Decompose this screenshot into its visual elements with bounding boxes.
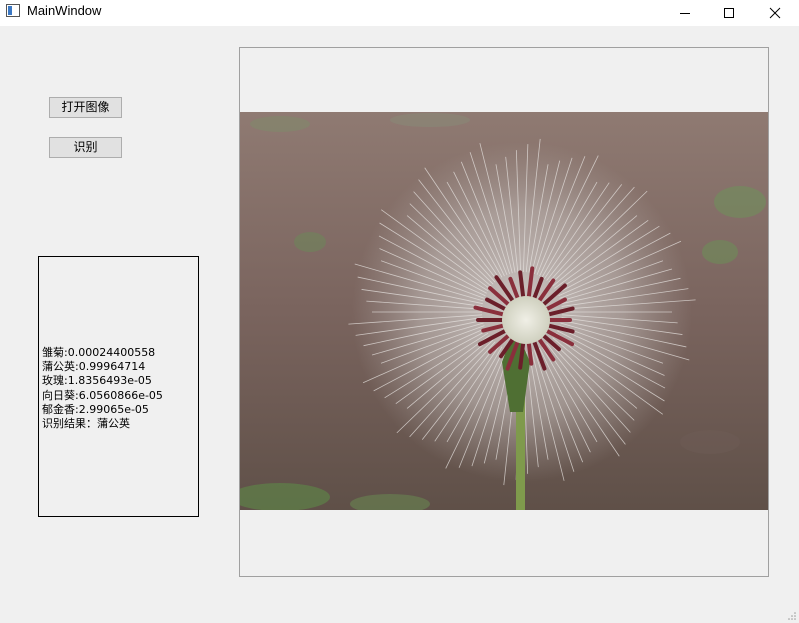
minimize-button[interactable]: [662, 0, 708, 26]
maximize-button[interactable]: [706, 0, 752, 26]
open-image-button[interactable]: 打开图像: [49, 97, 122, 118]
dandelion-photo: [240, 112, 768, 510]
result-line-dandelion: 蒲公英:0.99964714: [42, 360, 146, 374]
window-title: MainWindow: [27, 3, 102, 18]
result-line-daisy: 雏菊:0.00024400558: [42, 346, 156, 359]
resize-grip-icon[interactable]: [787, 611, 797, 621]
result-line-rose: 玫瑰:1.8356493e-05: [42, 374, 152, 388]
minimize-icon: [680, 13, 690, 14]
image-display: [239, 47, 769, 577]
result-line-final: 识别结果：蒲公英: [42, 417, 130, 431]
result-lines: 雏菊:0.00024400558 蒲公英:0.99964714 玫瑰:1.835…: [42, 346, 163, 431]
result-line-sunflower: 向日葵:6.0560866e-05: [42, 388, 163, 402]
recognize-button[interactable]: 识别: [49, 137, 122, 158]
maximize-icon: [724, 8, 734, 18]
result-line-tulip: 郁金香:2.99065e-05: [42, 402, 149, 416]
window-icon: [6, 4, 20, 17]
result-panel: 雏菊:0.00024400558 蒲公英:0.99964714 玫瑰:1.835…: [38, 256, 199, 517]
close-icon: [769, 7, 781, 19]
title-bar: MainWindow: [0, 0, 799, 26]
close-button[interactable]: [752, 0, 798, 26]
